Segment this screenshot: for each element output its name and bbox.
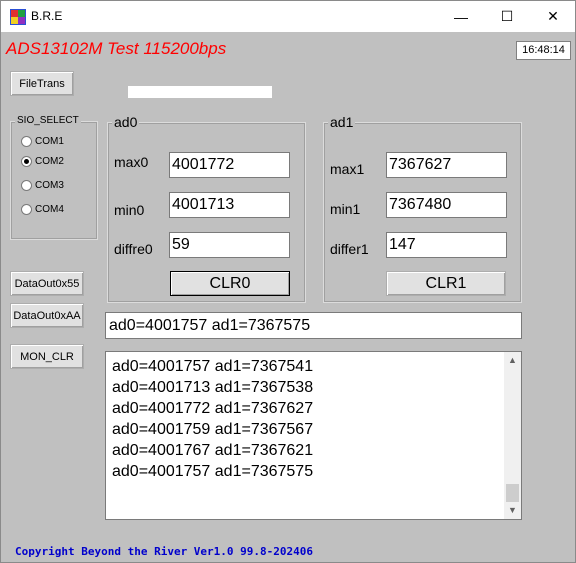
title-bar: B.R.E — ☐ ✕ (1, 1, 575, 32)
max1-label: max1 (330, 161, 365, 177)
dataout-0x55-button[interactable]: DataOut0x55 (10, 271, 84, 296)
scroll-up-icon[interactable]: ▲ (504, 352, 521, 369)
maximize-icon: ☐ (500, 8, 514, 24)
min1-field[interactable]: 7367480 (386, 192, 507, 218)
app-title: ADS13102M Test 115200bps (6, 39, 227, 58)
ad1-title: ad1 (328, 114, 356, 130)
max1-field[interactable]: 7367627 (386, 152, 507, 178)
log-line: ad0=4001757 ad1=7367541 (112, 358, 314, 375)
log-line: ad0=4001713 ad1=7367538 (112, 379, 314, 396)
max0-label: max0 (114, 154, 149, 170)
log-line: ad0=4001759 ad1=7367567 (112, 421, 314, 438)
window-title: B.R.E (31, 9, 63, 23)
status-line-field[interactable]: ad0=4001757 ad1=7367575 (105, 312, 522, 339)
minimize-icon: — (454, 8, 468, 25)
log-lines: ad0=4001757 ad1=7367541 ad0=4001713 ad1=… (112, 356, 313, 482)
copyright-text: Copyright Beyond the River Ver1.0 99.8-2… (15, 545, 314, 558)
minimize-button[interactable]: — (438, 1, 484, 32)
diff1-field[interactable]: 147 (386, 232, 507, 258)
max0-field[interactable]: 4001772 (169, 152, 290, 178)
radio-com1[interactable]: COM1 (21, 134, 64, 148)
sio-select-group: SIO_SELECT COM1 COM2 COM3 COM4 (10, 115, 98, 240)
diff0-label: diffre0 (114, 241, 153, 257)
radio-label: COM4 (35, 203, 64, 215)
diff0-field[interactable]: 59 (169, 232, 290, 258)
app-window: B.R.E — ☐ ✕ ADS13102M Test 115200bps 16:… (0, 0, 576, 563)
radio-button-icon (21, 135, 32, 147)
filetrans-button[interactable]: FileTrans (10, 71, 74, 96)
clr0-button[interactable]: CLR0 (170, 271, 290, 296)
scroll-thumb[interactable] (506, 484, 519, 502)
radio-label: COM1 (35, 135, 64, 147)
radio-button-icon (21, 203, 32, 215)
progress-bar (128, 86, 272, 98)
radio-label: COM3 (35, 179, 64, 191)
scroll-down-icon[interactable]: ▼ (504, 502, 521, 519)
dataout-0xaa-button[interactable]: DataOut0xAA (10, 303, 84, 328)
close-icon: ✕ (547, 8, 559, 24)
radio-com4[interactable]: COM4 (21, 202, 64, 216)
clock-display: 16:48:14 (516, 41, 571, 60)
log-line: ad0=4001767 ad1=7367621 (112, 442, 314, 459)
log-line: ad0=4001772 ad1=7367627 (112, 400, 314, 417)
mon-clr-button[interactable]: MON_CLR (10, 344, 84, 369)
min1-label: min1 (330, 201, 361, 217)
maximize-button[interactable]: ☐ (484, 1, 530, 32)
ad0-title: ad0 (112, 114, 140, 130)
radio-com3[interactable]: COM3 (21, 178, 64, 192)
log-line: ad0=4001757 ad1=7367575 (112, 463, 314, 480)
radio-button-icon (21, 179, 32, 191)
log-textarea[interactable]: ad0=4001757 ad1=7367541 ad0=4001713 ad1=… (105, 351, 522, 520)
clr1-button[interactable]: CLR1 (386, 271, 506, 296)
diff1-label: differ1 (330, 241, 369, 257)
radio-label: COM2 (35, 155, 64, 167)
sio-select-title: SIO_SELECT (15, 115, 81, 126)
close-button[interactable]: ✕ (530, 1, 576, 32)
vertical-scrollbar[interactable]: ▲ ▼ (504, 352, 521, 519)
radio-com2[interactable]: COM2 (21, 154, 64, 168)
app-icon (10, 9, 26, 25)
min0-label: min0 (114, 202, 145, 218)
radio-button-checked-icon (21, 155, 32, 167)
min0-field[interactable]: 4001713 (169, 192, 290, 218)
